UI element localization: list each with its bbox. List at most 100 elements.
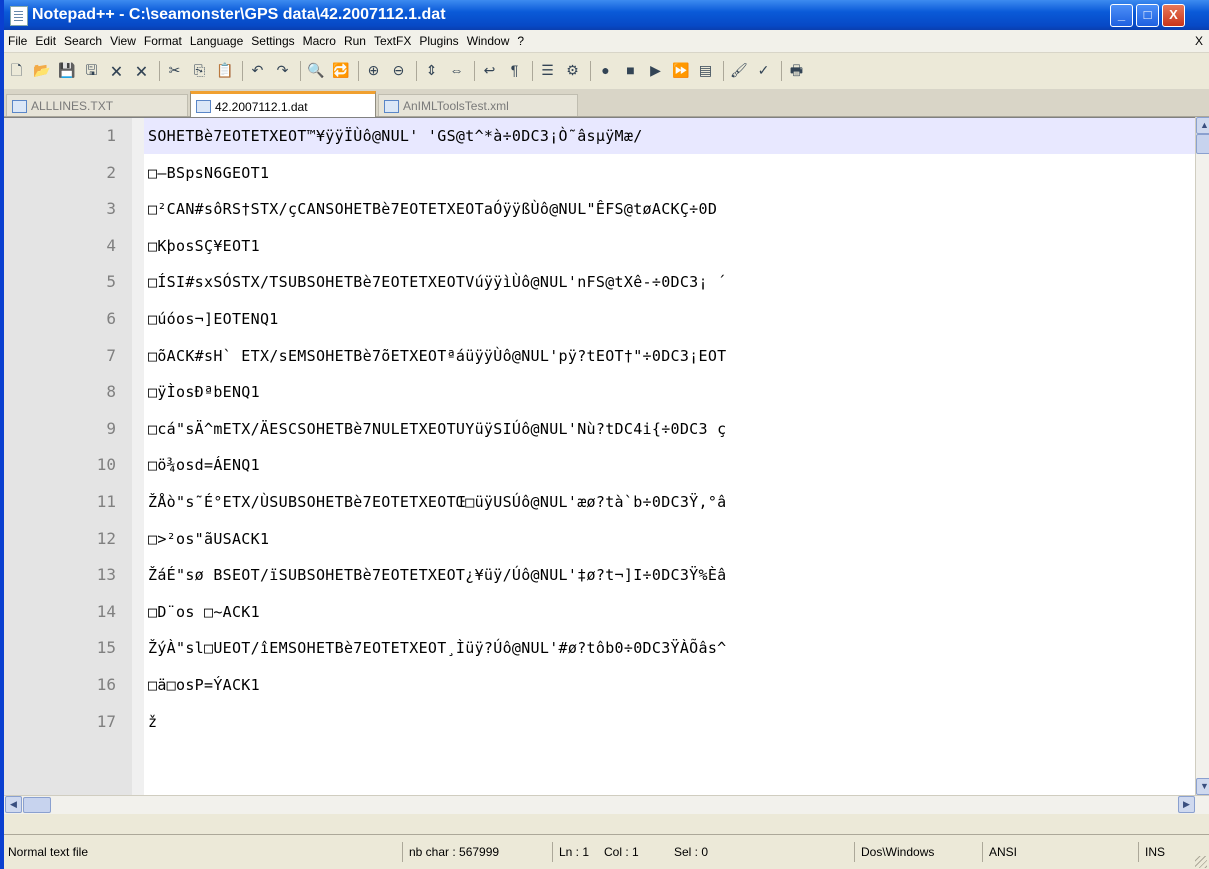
- line-text[interactable]: □cá"sÄ^mETX/ÄESCSOHETBè7NULETXEOTUYüÿSIÚ…: [148, 411, 727, 447]
- resize-grip[interactable]: [1195, 856, 1207, 868]
- text-editor[interactable]: 1 SOHETBè7EOTETXEOT™¥ÿÿÏÙô@NUL' 'GS@t^*à÷…: [4, 117, 1195, 796]
- menu-window[interactable]: Window: [463, 30, 514, 52]
- line-number: 9: [106, 418, 116, 438]
- horizontal-scrollbar[interactable]: ◀ ▶: [4, 795, 1209, 814]
- save-icon[interactable]: 💾: [58, 62, 75, 79]
- line-text[interactable]: □—BSpsN6GEOT1: [148, 155, 269, 191]
- scroll-up-button[interactable]: ▲: [1196, 117, 1209, 134]
- editor-line: 9 □cá"sÄ^mETX/ÄESCSOHETBè7NULETXEOTUYüÿSI…: [4, 411, 1195, 447]
- find-icon[interactable]: 🔍: [307, 62, 324, 79]
- close-button[interactable]: X: [1162, 4, 1185, 27]
- save-all-icon[interactable]: 🖫: [83, 62, 100, 79]
- show-all-chars-icon[interactable]: ¶: [506, 62, 523, 79]
- menu-plugins[interactable]: Plugins: [415, 30, 462, 52]
- line-text[interactable]: ŽýÀ"sl□UEOT/îEMSOHETBè7EOTETXEOT¸Ìüÿ?Úô@…: [148, 630, 727, 666]
- editor-line: 3 □²CAN#sôRS†STX/çCANSOHETBè7EOTETXEOTaÓÿ…: [4, 191, 1195, 227]
- scroll-right-button[interactable]: ▶: [1178, 796, 1195, 813]
- menu-edit[interactable]: Edit: [31, 30, 60, 52]
- scroll-down-button[interactable]: ▼: [1196, 778, 1209, 795]
- line-text[interactable]: ž: [148, 704, 157, 740]
- new-file-icon[interactable]: 🗋: [8, 62, 25, 79]
- notepad-app-icon[interactable]: [10, 6, 28, 26]
- play-multiple-icon[interactable]: ⏩: [672, 62, 689, 79]
- line-text[interactable]: □D¨os □~ACK1: [148, 594, 260, 630]
- file-icon: [12, 100, 27, 113]
- line-text[interactable]: □ÍSI#sxSÓSTX/TSUBSOHETBè7EOTETXEOTVúÿÿìÙ…: [148, 264, 727, 300]
- word-wrap-icon[interactable]: ↩: [481, 62, 498, 79]
- redo-icon[interactable]: ↷: [274, 62, 291, 79]
- line-number: 14: [96, 601, 116, 621]
- menu-language[interactable]: Language: [186, 30, 247, 52]
- line-text[interactable]: □²CAN#sôRS†STX/çCANSOHETBè7EOTETXEOTaÓÿÿ…: [148, 191, 717, 227]
- line-number: 7: [106, 345, 116, 365]
- stop-macro-icon[interactable]: ■: [622, 62, 639, 79]
- print-icon[interactable]: 🖶: [788, 62, 805, 79]
- line-text[interactable]: ŽáÉ"sø BSEOT/ïSUBSOHETBè7EOTETXEOT¿¥üÿ/Ú…: [148, 557, 727, 593]
- menu-view[interactable]: View: [106, 30, 140, 52]
- tab-42-dat[interactable]: 42.2007112.1.dat: [190, 91, 376, 117]
- line-text[interactable]: ŽÅò"s˜É°ETX/ÙSUBSOHETBè7EOTETXEOTŒ□üÿUSÚ…: [148, 484, 727, 520]
- toolbar-separator: [781, 61, 782, 81]
- menu-help[interactable]: ?: [513, 30, 528, 52]
- tab-alllines[interactable]: ALLLINES.TXT: [6, 94, 188, 116]
- status-file-type: Normal text file: [8, 845, 89, 859]
- vertical-scrollbar[interactable]: ▲ ▼: [1195, 117, 1209, 795]
- cut-icon[interactable]: ✂: [166, 62, 183, 79]
- copy-icon[interactable]: ⎘: [191, 62, 208, 79]
- menu-format[interactable]: Format: [140, 30, 186, 52]
- line-text[interactable]: SOHETBè7EOTETXEOT™¥ÿÿÏÙô@NUL' 'GS@t^*à÷0…: [148, 118, 643, 154]
- editor-line: 10 □ö¾osd=ÁENQ1: [4, 447, 1195, 483]
- horizontal-scroll-thumb[interactable]: [23, 797, 51, 813]
- zoom-in-icon[interactable]: ⊕: [365, 62, 382, 79]
- line-text[interactable]: □KþosSÇ¥EOT1: [148, 228, 260, 264]
- status-encoding: ANSI: [982, 842, 1017, 862]
- minimize-button[interactable]: _: [1110, 4, 1133, 27]
- record-macro-icon[interactable]: ●: [597, 62, 614, 79]
- play-macro-icon[interactable]: ▶: [647, 62, 664, 79]
- status-eol-format: Dos\Windows: [854, 842, 934, 862]
- editor-line: 15 ŽýÀ"sl□UEOT/îEMSOHETBè7EOTETXEOT¸Ìüÿ?Ú…: [4, 630, 1195, 666]
- menu-run[interactable]: Run: [340, 30, 370, 52]
- editor-line: 4 □KþosSÇ¥EOT1: [4, 228, 1195, 264]
- close-all-icon[interactable]: 🗙: [133, 62, 150, 79]
- save-macro-icon[interactable]: ▤: [697, 62, 714, 79]
- line-text[interactable]: □ö¾osd=ÁENQ1: [148, 447, 260, 483]
- line-text[interactable]: □õACK#sH` ETX/sEMSOHETBè7õETXEOTªáüÿÿÙô@…: [148, 338, 727, 374]
- spellcheck-icon[interactable]: ✓: [755, 62, 772, 79]
- user-lang-icon[interactable]: ⚙: [564, 62, 581, 79]
- menu-textfx[interactable]: TextFX: [370, 30, 415, 52]
- vertical-scroll-thumb[interactable]: [1196, 134, 1209, 154]
- sync-v-icon[interactable]: ⇕: [423, 62, 440, 79]
- line-text[interactable]: □>²os"ãUSACK1: [148, 521, 269, 557]
- indent-guide-icon[interactable]: ☰: [539, 62, 556, 79]
- line-number: 2: [106, 162, 116, 182]
- title-bar[interactable]: Notepad++ - C:\seamonster\GPS data\42.20…: [4, 0, 1209, 30]
- menu-file[interactable]: File: [4, 30, 31, 52]
- menu-macro[interactable]: Macro: [299, 30, 340, 52]
- tab-animltoolstest[interactable]: AnIMLToolsTest.xml: [378, 94, 578, 116]
- menu-settings[interactable]: Settings: [247, 30, 298, 52]
- zoom-out-icon[interactable]: ⊖: [390, 62, 407, 79]
- open-file-icon[interactable]: 📂: [33, 62, 50, 79]
- editor-line: 6 □úóos¬]EOTENQ1: [4, 301, 1195, 337]
- line-number: 16: [96, 675, 116, 694]
- menu-search[interactable]: Search: [60, 30, 106, 52]
- toolbar-separator: [532, 61, 533, 81]
- line-text[interactable]: □ä□osP=ÝACK1: [148, 667, 260, 703]
- toolbar-separator: [416, 61, 417, 81]
- paste-icon[interactable]: 📋: [216, 62, 233, 79]
- status-insert-mode: INS: [1138, 842, 1165, 862]
- line-text[interactable]: □ÿÌosÐªbENQ1: [148, 374, 260, 410]
- replace-icon[interactable]: 🔁: [332, 62, 349, 79]
- sync-h-icon[interactable]: ⇔: [448, 62, 465, 79]
- line-text[interactable]: □úóos¬]EOTENQ1: [148, 301, 279, 337]
- editor-line: 12 □>²os"ãUSACK1: [4, 521, 1195, 557]
- tidy-icon[interactable]: 🖌: [730, 62, 748, 79]
- undo-icon[interactable]: ↶: [249, 62, 266, 79]
- notepad-window: Notepad++ - C:\seamonster\GPS data\42.20…: [0, 0, 1209, 869]
- maximize-button[interactable]: □: [1136, 4, 1159, 27]
- close-document-button[interactable]: X: [1191, 30, 1207, 52]
- scroll-left-button[interactable]: ◀: [5, 796, 22, 813]
- editor-line: 1 SOHETBè7EOTETXEOT™¥ÿÿÏÙô@NUL' 'GS@t^*à÷…: [4, 118, 1195, 154]
- close-file-icon[interactable]: 🗙: [108, 62, 125, 79]
